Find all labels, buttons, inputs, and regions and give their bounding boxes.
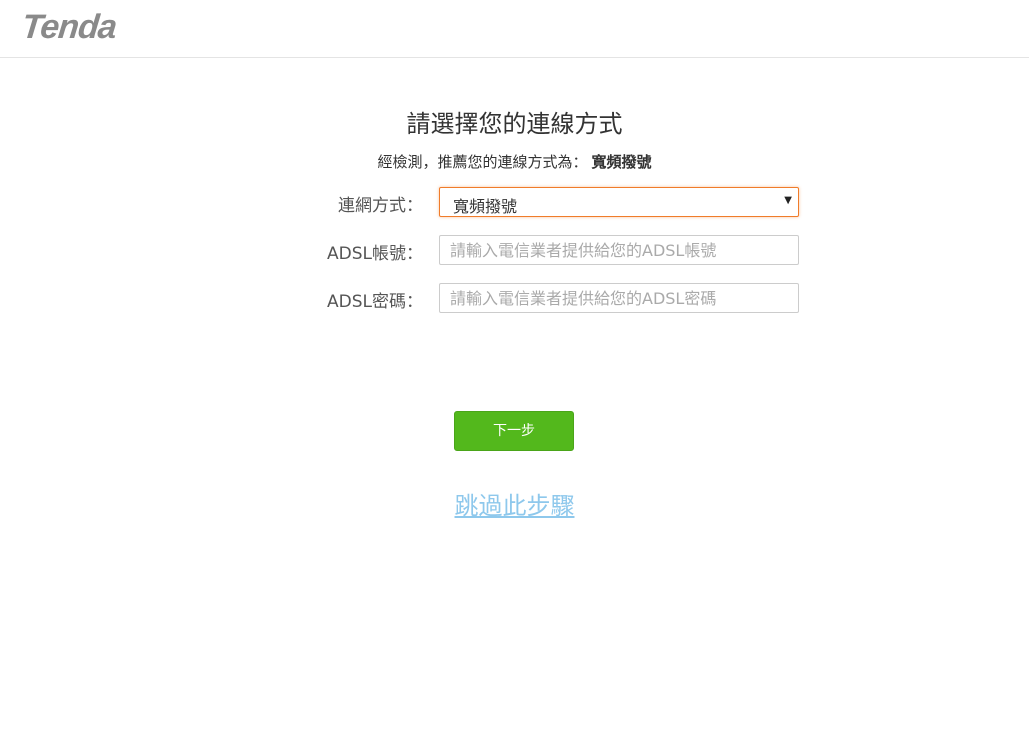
skip-step-link[interactable]: 跳過此步驟 — [0, 486, 1029, 521]
chevron-down-icon: ▼ — [784, 195, 792, 206]
next-step-button[interactable]: 下一步 — [454, 411, 574, 451]
recommendation-text: 經檢測，推薦您的連線方式為： 寬頻撥號 — [0, 151, 1029, 172]
adsl-password-label: ADSL密碼： — [327, 292, 423, 312]
tenda-logo: Tenda — [20, 8, 118, 46]
header: Tenda — [0, 0, 1029, 58]
connection-type-row: 連網方式： 寬頻撥號 ▼ — [0, 187, 1029, 217]
adsl-account-label: ADSL帳號： — [327, 244, 423, 264]
adsl-password-row: ADSL密碼： — [0, 283, 1029, 313]
adsl-account-row: ADSL帳號： — [0, 235, 1029, 265]
page-title: 請選擇您的連線方式 — [406, 110, 623, 138]
connection-type-select[interactable]: 寬頻撥號 ▼ — [439, 187, 799, 217]
connection-type-label: 連網方式： — [338, 196, 423, 216]
adsl-password-input[interactable] — [439, 283, 799, 313]
recommended-method: 寬頻撥號 — [591, 153, 652, 171]
adsl-account-input[interactable] — [439, 235, 799, 265]
recommendation-prefix: 經檢測，推薦您的連線方式為： — [377, 153, 588, 171]
connection-type-selected-value: 寬頻撥號 — [453, 197, 518, 216]
